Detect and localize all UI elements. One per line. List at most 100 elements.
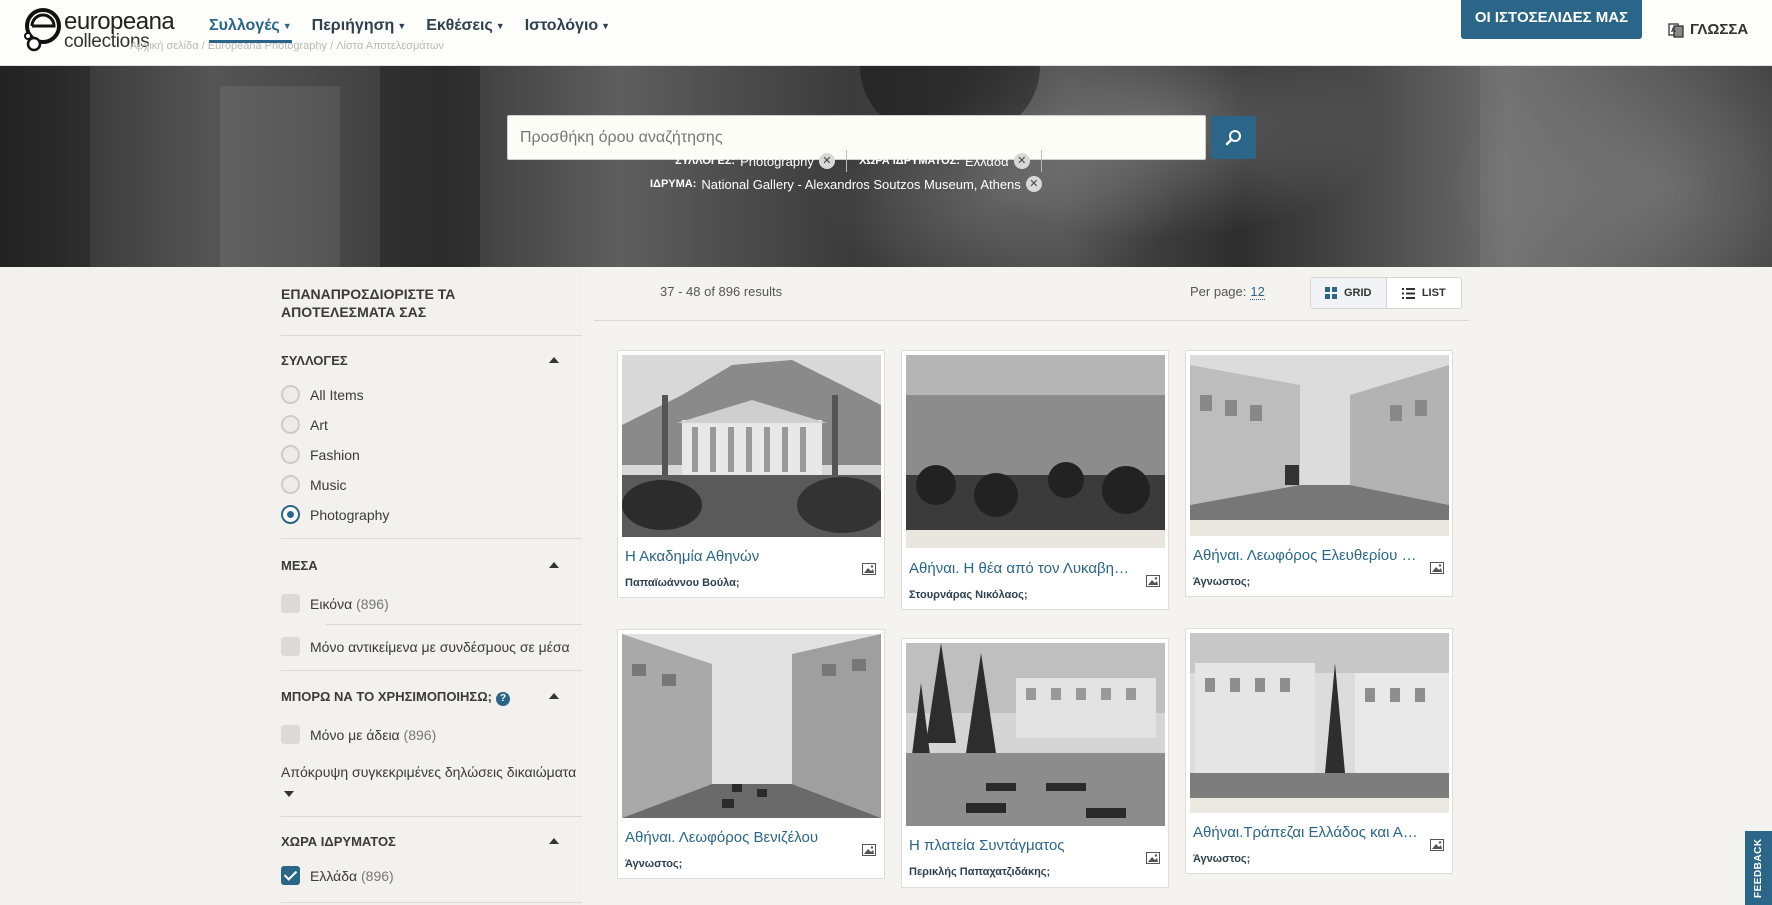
card-author[interactable]: Παπαϊωάννου Βούλα; xyxy=(625,577,740,589)
card-title[interactable]: Η Ακαδημία Αθηνών xyxy=(625,548,850,565)
filter-chip-institution: ΙΔΡΥΜΑ: National Gallery - Alexandros So… xyxy=(650,176,1042,192)
image-type-icon xyxy=(862,563,876,575)
results-count: 37 - 48 of 896 results xyxy=(660,284,783,299)
per-page-selector[interactable]: Per page: 12 xyxy=(1190,284,1265,300)
card-title[interactable]: Αθήναι.Τράπεζαι Ελλάδος και Αθηνών xyxy=(1193,824,1418,841)
radio-selected-icon xyxy=(281,505,300,524)
radio-icon xyxy=(281,475,300,494)
hero-background-shape xyxy=(220,86,340,267)
help-icon[interactable]: ? xyxy=(496,692,510,706)
result-card[interactable]: Αθήναι. Λεωφόρος Βενιζέλου Άγνωστος; xyxy=(617,629,885,879)
active-filters-row-1: ΣΥΛΛΟΓΕΣ: Photography ✕ ΧΩΡΑ ΙΔΡΥΜΑΤΟΣ: … xyxy=(675,150,1050,172)
option-label: Photography xyxy=(310,506,390,523)
checkbox-greece[interactable]: Ελλάδα (896) xyxy=(281,866,394,885)
card-thumbnail[interactable] xyxy=(622,634,881,818)
nav-blog[interactable]: Ιστολόγιο ▼ xyxy=(525,17,610,43)
feedback-button[interactable]: FEEDBACK xyxy=(1745,831,1772,905)
remove-filter-icon[interactable]: ✕ xyxy=(1025,176,1042,192)
divider xyxy=(281,816,582,817)
card-title[interactable]: Αθήναι. Λεωφόρος Ελευθερίου Βενιζέλου xyxy=(1193,547,1418,564)
nav-exhibitions[interactable]: Εκθέσεις ▼ xyxy=(426,17,504,43)
card-title[interactable]: Αθήναι. Λεωφόρος Βενιζέλου xyxy=(625,829,850,846)
radio-art[interactable]: Art xyxy=(281,415,328,434)
card-thumbnail[interactable] xyxy=(906,355,1165,548)
divider xyxy=(281,335,582,336)
card-author[interactable]: Άγνωστος; xyxy=(1193,576,1250,588)
chevron-down-icon: ▼ xyxy=(397,20,407,31)
refine-sidebar: ΕΠΑΝΑΠΡΟΣΔΙΟΡΙΣΤΕ ΤΑ ΑΠΟΤΕΛΕΣΜΑΤΑ ΣΑΣ ΣΥ… xyxy=(0,267,582,905)
card-thumbnail[interactable] xyxy=(1190,633,1449,813)
divider xyxy=(281,670,582,671)
language-label: ΓΛΩΣΣΑ xyxy=(1690,21,1749,38)
checkbox-image[interactable]: Εικόνα (896) xyxy=(281,594,389,613)
facet-title: ΧΩΡΑ ΙΔΡΥΜΑΤΟΣ xyxy=(281,834,396,849)
image-type-icon xyxy=(1146,575,1160,587)
list-view-button[interactable]: LIST xyxy=(1385,278,1462,308)
radio-fashion[interactable]: Fashion xyxy=(281,445,360,464)
card-author[interactable]: Άγνωστος; xyxy=(1193,853,1250,865)
option-label: Music xyxy=(310,476,347,493)
card-title[interactable]: Αθήναι. Η θέα από τον Λυκαβηττό xyxy=(909,560,1134,577)
chevron-down-icon: ▼ xyxy=(495,20,505,31)
card-author[interactable]: Στουρνάρας Νικόλαος; xyxy=(909,589,1028,601)
grid-view-button[interactable]: GRID xyxy=(1311,278,1386,308)
facet-rights-header[interactable]: ΜΠΟΡΩ ΝΑ ΤΟ ΧΡΗΣΙΜΟΠΟΙΗΣΩ;? xyxy=(281,689,571,706)
view-toggle: GRID LIST xyxy=(1310,277,1462,309)
hide-rights-toggle[interactable]: Απόκρυψη συγκεκριμένες δηλώσεις δικαιώμα… xyxy=(281,764,576,780)
our-sites-button[interactable]: ΟΙ ΙΣΤΟΣΕΛΙΔΕΣ ΜΑΣ xyxy=(1461,0,1642,39)
facet-country-header[interactable]: ΧΩΡΑ ΙΔΡΥΜΑΤΟΣ xyxy=(281,834,571,849)
radio-icon xyxy=(281,445,300,464)
divider xyxy=(281,902,582,903)
search-button[interactable] xyxy=(1211,116,1256,159)
expand-icon[interactable] xyxy=(284,791,294,797)
card-author[interactable]: Άγνωστος; xyxy=(625,858,682,870)
lycabettus-photo xyxy=(906,355,1165,548)
radio-photography[interactable]: Photography xyxy=(281,505,389,524)
checkbox-media-links[interactable]: Μόνο αντικείμενα με συνδέσμους σε μέσα xyxy=(281,637,570,656)
filter-divider xyxy=(1041,150,1043,172)
result-card[interactable]: Η Ακαδημία Αθηνών Παπαϊωάννου Βούλα; xyxy=(617,350,885,598)
card-author[interactable]: Περικλής Παπαχατζιδάκης; xyxy=(909,866,1050,878)
filter-key: ΣΥΛΛΟΓΕΣ: xyxy=(675,155,736,168)
filter-key: ΧΩΡΑ ΙΔΡΥΜΑΤΟΣ: xyxy=(859,155,960,168)
grid-label: GRID xyxy=(1344,287,1372,299)
filter-value: Photography xyxy=(740,153,814,169)
checkbox-checked-icon xyxy=(281,866,300,885)
filter-value: Ελλάδα xyxy=(964,153,1009,169)
radio-icon xyxy=(281,385,300,404)
list-icon xyxy=(1401,287,1415,299)
checkbox-permission[interactable]: Μόνο με άδεια (896) xyxy=(281,725,436,744)
image-type-icon xyxy=(1430,562,1444,574)
card-thumbnail[interactable] xyxy=(906,643,1165,826)
result-card[interactable]: Αθήναι. Η θέα από τον Λυκαβηττό Στουρνάρ… xyxy=(901,350,1169,610)
academy-photo xyxy=(622,355,881,537)
language-selector[interactable]: A ΓΛΩΣΣΑ xyxy=(1668,21,1748,38)
result-card[interactable]: Η πλατεία Συντάγματος Περικλής Παπαχατζι… xyxy=(901,638,1169,888)
remove-filter-icon[interactable]: ✕ xyxy=(1013,153,1030,170)
facet-title: ΜΠΟΡΩ ΝΑ ΤΟ ΧΡΗΣΙΜΟΠΟΙΗΣΩ; xyxy=(281,689,492,704)
radio-all-items[interactable]: All Items xyxy=(281,385,364,404)
nav-collections[interactable]: Συλλογές ▼ xyxy=(209,17,292,43)
result-card[interactable]: Αθήναι.Τράπεζαι Ελλάδος και Αθηνών Άγνωσ… xyxy=(1185,628,1453,874)
syntagma-square-photo xyxy=(906,643,1165,826)
remove-filter-icon[interactable]: ✕ xyxy=(818,153,835,170)
nav-browse[interactable]: Περιήγηση ▼ xyxy=(312,17,407,43)
radio-music[interactable]: Music xyxy=(281,475,347,494)
per-page-value[interactable]: 12 xyxy=(1250,284,1265,300)
hero-background-shape xyxy=(380,66,480,267)
card-thumbnail[interactable] xyxy=(622,355,881,537)
facet-media-header[interactable]: ΜΕΣΑ xyxy=(281,558,571,573)
nav-blog-label: Ιστολόγιο xyxy=(524,17,599,34)
divider xyxy=(326,624,582,625)
card-thumbnail[interactable] xyxy=(1190,355,1449,536)
bank-of-greece-photo xyxy=(1190,633,1449,813)
search-icon xyxy=(1225,129,1241,145)
result-card[interactable]: Αθήναι. Λεωφόρος Ελευθερίου Βενιζέλου Άγ… xyxy=(1185,350,1453,597)
card-title[interactable]: Η πλατεία Συντάγματος xyxy=(909,837,1134,854)
venizelou-avenue-photo xyxy=(622,634,881,818)
option-label: Fashion xyxy=(310,446,360,463)
facet-collections-header[interactable]: ΣΥΛΛΟΓΕΣ xyxy=(281,353,571,368)
filter-key: ΙΔΡΥΜΑ: xyxy=(650,178,697,190)
option-label: Μόνο με άδεια xyxy=(310,726,400,743)
collapse-icon xyxy=(549,562,559,568)
